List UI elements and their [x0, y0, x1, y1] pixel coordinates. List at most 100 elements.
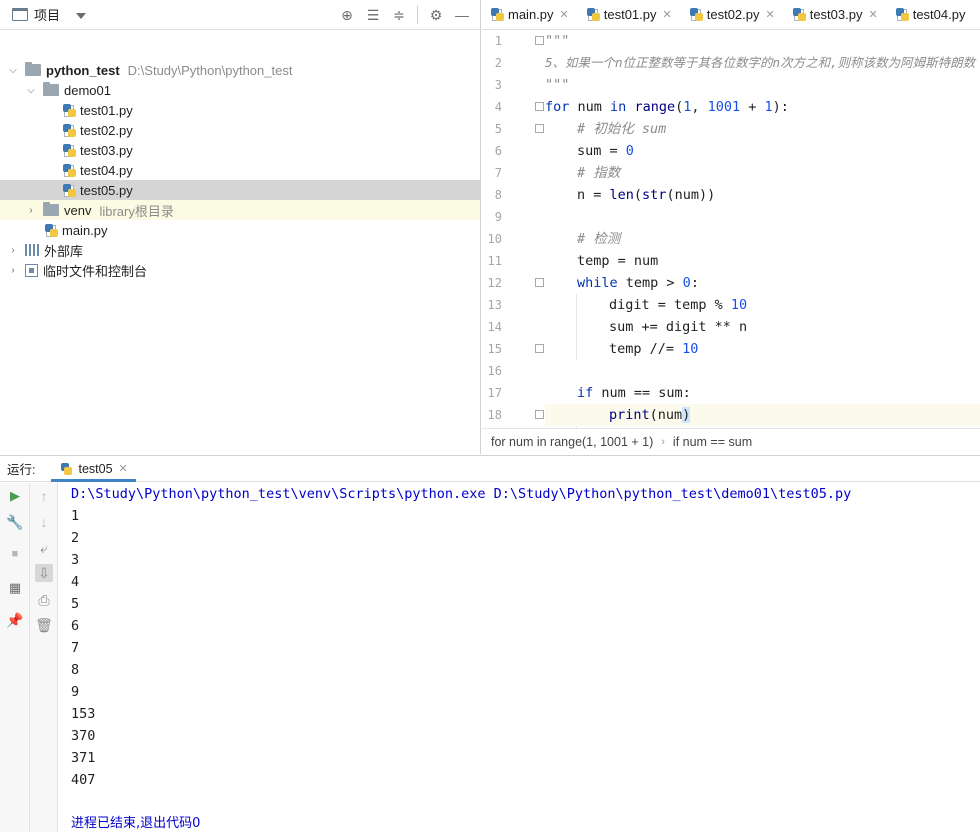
line-number: 8 [494, 188, 502, 202]
line-number: 4 [494, 100, 502, 114]
tab-test03[interactable]: test03.py ✕ [784, 0, 887, 29]
folder-icon [25, 62, 41, 76]
project-view-selector[interactable]: 项目 [34, 5, 60, 24]
divider [417, 6, 418, 24]
console-output-line: 370 [71, 728, 96, 744]
tree-item-test03[interactable]: test03.py [0, 140, 480, 160]
line-number: 11 [487, 254, 502, 268]
console-exit-message: 进程已结束,退出代码0 [71, 816, 201, 831]
tree-item-label: demo01 [64, 82, 111, 98]
python-file-icon [63, 143, 76, 157]
code-line-7: # 指数 [577, 165, 621, 181]
console-toolbar: ↑ ↓ ⤶ ⇩ ⎙ 🗑 [30, 483, 58, 832]
layout-icon[interactable]: ▦ [6, 579, 24, 597]
close-icon[interactable]: ✕ [119, 462, 128, 475]
tab-test01[interactable]: test01.py ✕ [578, 0, 681, 29]
tree-item-label: 外部库 [44, 243, 84, 259]
console-output-line: 2 [71, 530, 80, 546]
chevron-down-icon[interactable]: ⌵ [7, 64, 19, 76]
tree-item-label: test01.py [80, 102, 133, 118]
chevron-right-icon[interactable]: › [7, 244, 19, 256]
tab-label: test03.py [809, 6, 863, 22]
breadcrumb-item[interactable]: if num == sum [673, 435, 752, 449]
fold-marker-icon[interactable] [535, 124, 544, 133]
python-file-icon [792, 7, 806, 21]
console-output-line: 407 [71, 772, 96, 788]
line-number: 6 [494, 144, 502, 158]
hide-panel-icon[interactable]: — [452, 5, 472, 25]
tree-item-python-test[interactable]: ⌵ python_test D:\Study\Python\python_tes… [0, 60, 480, 80]
code-line-4: for num in range(1, 1001 + 1): [545, 99, 789, 115]
tab-label: test01.py [603, 6, 657, 22]
fold-marker-icon[interactable] [535, 410, 544, 419]
tree-item-demo01[interactable]: ⌵ demo01 [0, 80, 480, 100]
gear-icon[interactable]: ⚙ [426, 5, 446, 25]
stop-icon[interactable]: ■ [6, 545, 24, 563]
chevron-down-icon[interactable]: ⌵ [25, 84, 37, 96]
chevron-right-icon[interactable]: › [7, 264, 19, 276]
close-icon[interactable]: ✕ [766, 8, 775, 21]
tree-item-external-libraries[interactable]: › 外部库 [0, 240, 480, 260]
tree-item-venv[interactable]: › venv library根目录 [0, 200, 480, 220]
folder-icon [43, 82, 59, 96]
tree-item-label: python_test [46, 62, 120, 78]
arrow-down-icon[interactable]: ↓ [35, 513, 53, 531]
python-file-icon [45, 223, 58, 237]
tree-item-test01[interactable]: test01.py [0, 100, 480, 120]
tab-main[interactable]: main.py ✕ [482, 0, 578, 29]
line-number: 17 [487, 386, 502, 400]
breadcrumb: for num in range(1, 1001 + 1) › if num =… [482, 428, 980, 454]
trash-icon[interactable]: 🗑 [35, 616, 53, 634]
close-icon[interactable]: ✕ [663, 8, 672, 21]
tab-test04[interactable]: test04.py [887, 0, 975, 29]
code-line-17: if num == sum: [577, 385, 691, 401]
pin-icon[interactable]: 📌 [6, 611, 24, 629]
rerun-icon[interactable]: ▶ [6, 487, 24, 505]
console-output-line: 5 [71, 596, 80, 612]
console-output-line: 9 [71, 684, 80, 700]
chevron-right-icon: › [661, 435, 665, 448]
tree-item-note: library根目录 [99, 203, 174, 219]
wrench-icon[interactable]: 🔧 [6, 513, 24, 531]
tree-item-scratches[interactable]: › 临时文件和控制台 [0, 260, 480, 280]
code-editor[interactable]: 1 2 3 4 5 6 7 8 9 10 11 12 13 14 15 16 1… [482, 30, 980, 428]
fold-marker-icon[interactable] [535, 278, 544, 287]
fold-marker-icon[interactable] [535, 344, 544, 353]
tree-item-test02[interactable]: test02.py [0, 120, 480, 140]
console-output-line: 153 [71, 706, 96, 722]
collapse-all-icon[interactable]: ≑ [389, 5, 409, 25]
line-number: 3 [494, 78, 502, 92]
fold-marker-icon[interactable] [535, 102, 544, 111]
tab-test02[interactable]: test02.py ✕ [681, 0, 784, 29]
python-file-icon [491, 7, 504, 21]
close-icon[interactable]: ✕ [560, 8, 569, 21]
code-line-18: print(num) [545, 404, 980, 426]
fold-marker-icon[interactable] [535, 36, 544, 45]
expand-all-icon[interactable]: ☰ [363, 5, 383, 25]
locate-file-icon[interactable]: ⊕ [337, 5, 357, 25]
tree-item-label: venv [64, 202, 92, 218]
breadcrumb-item[interactable]: for num in range(1, 1001 + 1) [491, 435, 653, 449]
arrow-up-icon[interactable]: ↑ [35, 487, 53, 505]
scroll-to-end-icon[interactable]: ⇩ [35, 564, 53, 582]
line-number-gutter: 1 2 3 4 5 6 7 8 9 10 11 12 13 14 15 16 1… [482, 30, 530, 428]
line-number: 15 [487, 342, 502, 356]
console-output-line: 6 [71, 618, 80, 634]
print-icon[interactable]: ⎙ [35, 591, 53, 609]
chevron-right-icon[interactable]: › [25, 204, 37, 216]
console-output-line: 1 [71, 508, 80, 524]
soft-wrap-icon[interactable]: ⤶ [35, 539, 53, 557]
tree-item-test05[interactable]: test05.py [0, 180, 480, 200]
chevron-down-icon[interactable] [76, 12, 87, 19]
tree-item-test04[interactable]: test04.py [0, 160, 480, 180]
code-line-12: while temp > 0: [577, 275, 699, 291]
console-output[interactable]: D:\Study\Python\python_test\venv\Scripts… [59, 483, 980, 832]
run-tab-label: test05 [78, 461, 113, 476]
tree-item-main[interactable]: main.py [0, 220, 480, 240]
close-icon[interactable]: ✕ [868, 8, 877, 21]
python-file-icon [63, 103, 76, 117]
tab-run-test05[interactable]: test05 ✕ [51, 455, 136, 482]
tree-item-label: 临时文件和控制台 [43, 263, 148, 279]
code-line-3: """ [545, 77, 570, 93]
run-header: 运行: test05 ✕ [0, 455, 980, 482]
